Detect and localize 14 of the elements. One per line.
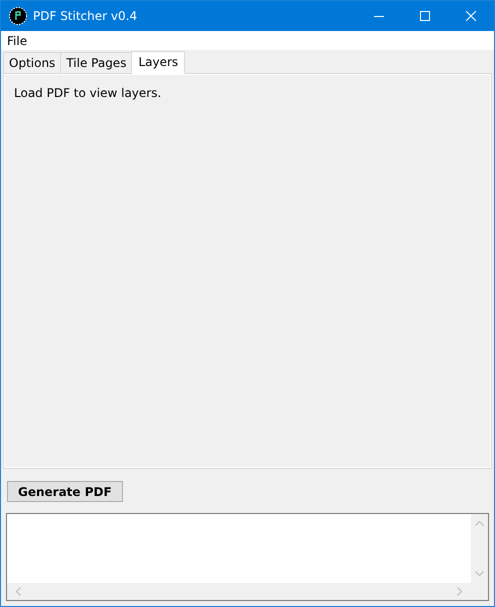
scroll-right-icon — [457, 587, 463, 596]
tab[interactable]: Options — [3, 52, 62, 73]
status-message: Load PDF to view layers. — [14, 86, 162, 100]
tab[interactable]: Layers — [131, 51, 186, 74]
scroll-left-icon — [15, 587, 21, 596]
maximize-icon — [420, 11, 430, 21]
scroll-up-icon — [475, 520, 484, 526]
output-text-area[interactable] — [6, 513, 489, 601]
scroll-down-icon — [475, 571, 484, 577]
app-icon — [9, 7, 27, 25]
close-icon — [466, 11, 476, 21]
window-title: PDF Stitcher v0.4 — [33, 9, 138, 23]
menu-item[interactable]: File — [1, 34, 34, 48]
generate-pdf-button[interactable]: Generate PDF — [7, 481, 123, 502]
